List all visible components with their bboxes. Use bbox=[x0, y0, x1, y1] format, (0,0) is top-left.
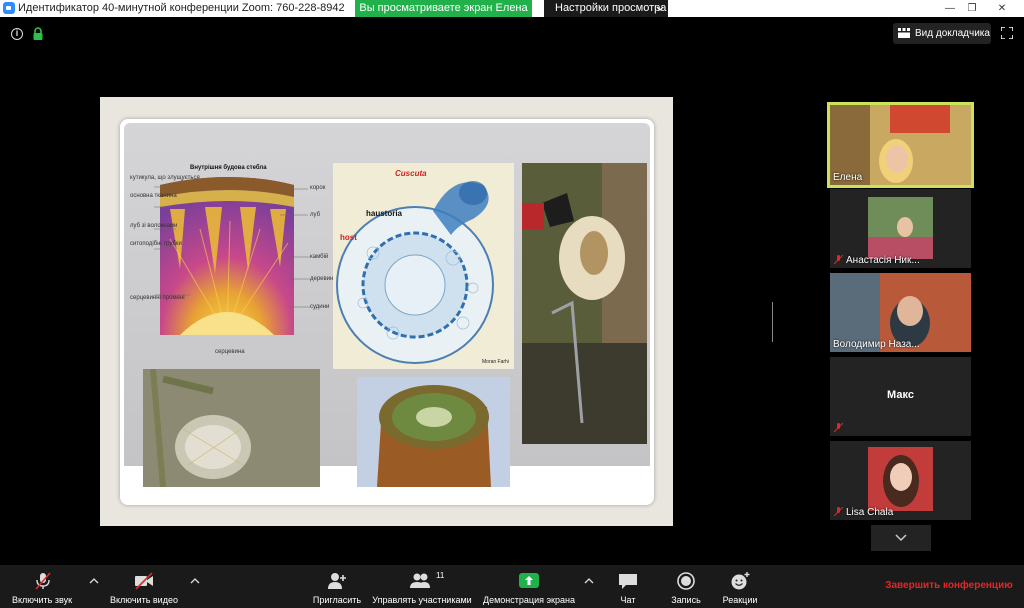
reactions-icon bbox=[731, 572, 750, 590]
unmute-label: Включить звук bbox=[11, 595, 73, 605]
share-screen-label: Демонстрация экрана bbox=[483, 595, 575, 605]
participant-name: Lisa Chala bbox=[846, 507, 894, 518]
micrograph-illustration bbox=[336, 181, 494, 364]
record-icon bbox=[677, 572, 695, 590]
unmute-button[interactable]: Включить звук bbox=[0, 565, 84, 608]
chevron-down-icon bbox=[895, 534, 907, 542]
view-options-button[interactable]: Настройки просмотра bbox=[544, 0, 668, 17]
participants-icon bbox=[410, 573, 430, 588]
stem-label-left: ситоподібні трубки bbox=[130, 241, 182, 247]
fullscreen-icon[interactable] bbox=[1001, 27, 1013, 39]
stem-label-left: кутикула, що злущується bbox=[130, 175, 200, 181]
start-video-label: Включить видео bbox=[110, 595, 178, 605]
branch-photo-illustration bbox=[143, 369, 320, 487]
chat-label: Чат bbox=[620, 595, 636, 605]
share-options-caret-icon[interactable] bbox=[584, 577, 594, 585]
lock-icon[interactable] bbox=[32, 27, 44, 41]
participant-name-centered: Макс bbox=[887, 389, 914, 401]
host-label: host bbox=[340, 233, 357, 242]
audio-options-caret-icon[interactable] bbox=[89, 577, 99, 585]
participant-name: Володимир Наза... bbox=[833, 339, 920, 350]
record-label: Запись bbox=[671, 595, 701, 605]
invite-label: Пригласить bbox=[312, 595, 362, 605]
share-screen-button[interactable]: Демонстрация экрана bbox=[478, 565, 580, 608]
section-photo-illustration bbox=[357, 377, 510, 487]
add-user-icon bbox=[328, 573, 346, 589]
branch-cut-photo bbox=[143, 369, 320, 487]
stem-label-right: корок bbox=[310, 185, 326, 191]
muted-mic-icon bbox=[834, 507, 843, 516]
manage-participants-label: Управлять участниками bbox=[372, 595, 472, 605]
stem-label-left: основна тканина bbox=[130, 193, 177, 199]
shared-screen[interactable]: Внутрішня будова стебла кутикула, що злу… bbox=[100, 97, 673, 526]
chevron-down-icon bbox=[656, 6, 664, 11]
muted-microphone-icon bbox=[35, 572, 51, 590]
photo-credit: Moran Farhi bbox=[482, 359, 509, 365]
video-off-icon bbox=[135, 572, 153, 590]
stem-section-photo bbox=[357, 377, 510, 487]
share-screen-icon bbox=[519, 573, 539, 588]
speaker-view-icon bbox=[898, 28, 910, 38]
chat-button[interactable]: Чат bbox=[610, 565, 646, 608]
chat-icon bbox=[619, 574, 637, 589]
participant-tile[interactable]: Макс bbox=[830, 357, 971, 436]
invite-button[interactable]: Пригласить bbox=[306, 565, 368, 608]
restore-button[interactable]: ❐ bbox=[961, 0, 983, 17]
stem-cross-section-illustration bbox=[154, 177, 310, 336]
participant-name: Анастасія Ник... bbox=[846, 255, 920, 266]
muted-mic-icon bbox=[834, 255, 843, 264]
participant-tile[interactable]: Анастасія Ник... bbox=[830, 189, 971, 268]
stump-photo-illustration bbox=[522, 163, 647, 444]
tree-stump-photo bbox=[522, 163, 647, 444]
record-button[interactable]: Запись bbox=[664, 565, 708, 608]
close-button[interactable]: ✕ bbox=[991, 0, 1013, 17]
participant-tile[interactable]: Елена bbox=[827, 102, 974, 188]
reactions-label: Реакции bbox=[722, 595, 758, 605]
stem-label-right: луб bbox=[310, 212, 321, 218]
start-video-button[interactable]: Включить видео bbox=[100, 565, 188, 608]
participant-tile[interactable]: Lisa Chala bbox=[830, 441, 971, 520]
muted-mic-icon bbox=[834, 423, 843, 432]
participant-tile[interactable]: Володимир Наза... bbox=[830, 273, 971, 352]
end-meeting-button[interactable]: Завершить конференцию bbox=[878, 580, 1020, 591]
video-options-caret-icon[interactable] bbox=[190, 577, 200, 585]
screen-share-banner: Вы просматриваете экран Елена bbox=[355, 0, 532, 17]
stem-structure-diagram: Внутрішня будова стебла кутикула, що злу… bbox=[130, 159, 337, 364]
cuscuta-micrograph: Cuscuta haustoria host Moran Farhi bbox=[333, 163, 514, 369]
participants-count: 11 bbox=[436, 571, 445, 580]
stem-label-right: камбій bbox=[310, 254, 329, 260]
view-options-label: Настройки просмотра bbox=[555, 2, 667, 14]
haustoria-label: haustoria bbox=[366, 209, 403, 218]
speaker-view-button[interactable]: Вид докладчика bbox=[893, 23, 991, 44]
stem-label-right: судини bbox=[310, 304, 330, 310]
stem-label-bottom: серцевина bbox=[215, 349, 245, 355]
window-title: Идентификатор 40-минутной конференции Zo… bbox=[18, 2, 345, 14]
resize-handle[interactable] bbox=[772, 302, 775, 342]
manage-participants-button[interactable]: 11 Управлять участниками bbox=[366, 565, 478, 608]
stem-label-left: серцевинні промені bbox=[130, 295, 185, 301]
meeting-toolbar: Включить звук Включить видео Пригласить … bbox=[0, 565, 1024, 608]
minimize-button[interactable]: — bbox=[939, 0, 961, 17]
stem-label-left: луб зі волокнами bbox=[130, 223, 178, 229]
speaker-view-label: Вид докладчика bbox=[915, 28, 990, 39]
cuscuta-label: Cuscuta bbox=[395, 169, 427, 178]
presentation-slide: Внутрішня будова стебла кутикула, що злу… bbox=[120, 119, 654, 505]
meeting-info-icon[interactable]: i bbox=[11, 28, 23, 40]
scroll-participants-button[interactable] bbox=[871, 525, 931, 551]
reactions-button[interactable]: Реакции bbox=[718, 565, 762, 608]
zoom-app-icon bbox=[3, 2, 15, 14]
participant-name: Елена bbox=[833, 172, 863, 183]
